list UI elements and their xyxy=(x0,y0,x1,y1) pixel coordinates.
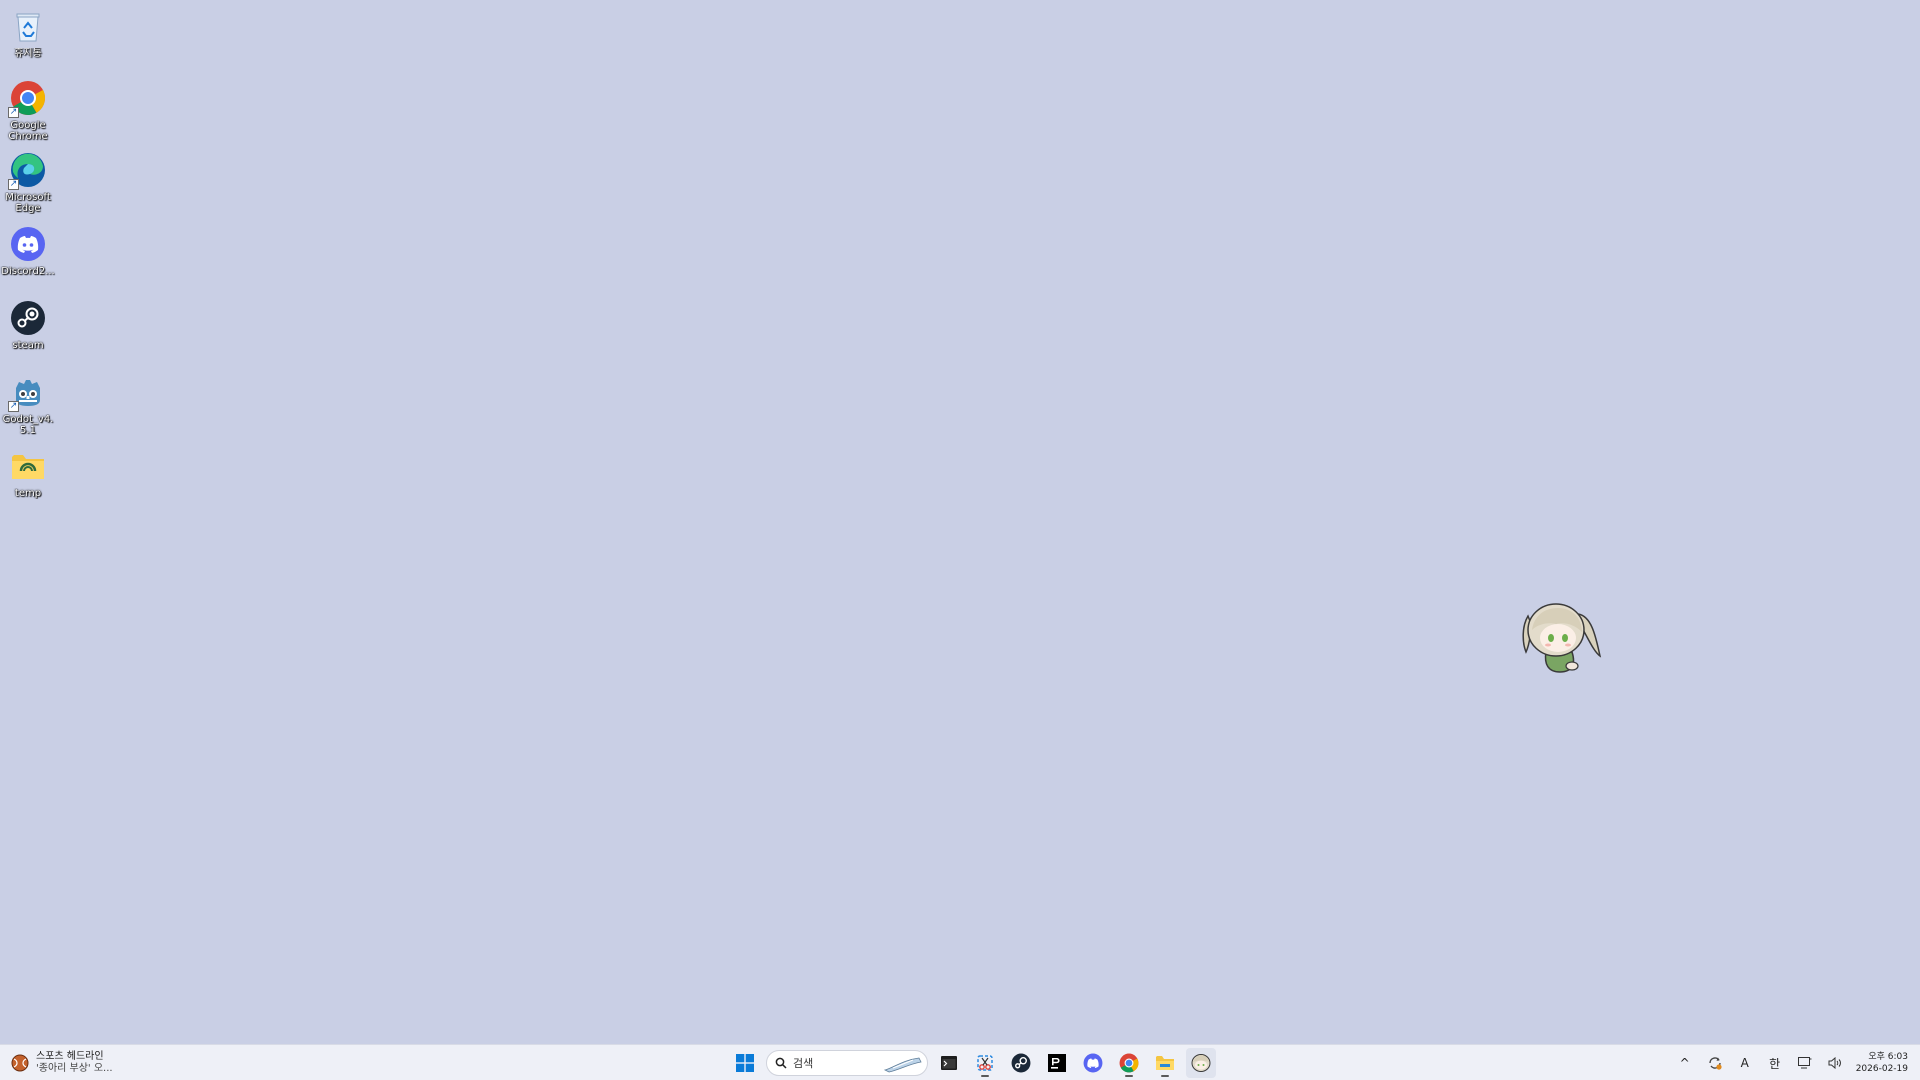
widget-headline: 스포츠 헤드라인 xyxy=(36,1051,104,1062)
desktop-icon-godot[interactable]: ↗ Godot_v4.5.1 xyxy=(0,372,56,442)
taskbar-center xyxy=(730,1048,1216,1078)
desktop-icon-label: Discord2... xyxy=(1,266,55,277)
desktop-icon-label: temp xyxy=(14,488,42,499)
desktop-icon-label: Microsoft Edge xyxy=(5,192,51,214)
shortcut-arrow-icon: ↗ xyxy=(8,179,19,190)
terminal-icon xyxy=(941,1056,957,1070)
desktop-icon-label: Godot_v4.5.1 xyxy=(2,414,54,436)
taskbar-jetbrains[interactable] xyxy=(1042,1048,1072,1078)
desktop-icon-recycle-bin[interactable]: 휴지통 xyxy=(0,6,56,76)
desktop-mascot[interactable] xyxy=(1518,594,1608,678)
windows-start-icon xyxy=(736,1054,754,1072)
taskbar-steam[interactable] xyxy=(1006,1048,1036,1078)
taskbar-chrome[interactable] xyxy=(1114,1048,1144,1078)
desktop-icon-label: 휴지통 xyxy=(14,48,42,59)
tray-ime-language[interactable]: 한 xyxy=(1762,1048,1788,1078)
taskbar-discord[interactable] xyxy=(1078,1048,1108,1078)
system-tray: ^ A 한 오후 6:03 2026-02-19 xyxy=(1672,1048,1912,1078)
edge-icon: ↗ xyxy=(8,150,48,190)
desktop-icon-steam[interactable]: steam xyxy=(0,298,56,368)
chevron-up-icon: ^ xyxy=(1679,1056,1690,1070)
mascot-icon xyxy=(1191,1054,1211,1072)
search-input[interactable] xyxy=(793,1056,873,1070)
desktop-icon-discord[interactable]: Discord2... xyxy=(0,224,56,294)
snipping-tool-icon xyxy=(977,1055,993,1071)
widget-subline: '종아리 부상' 오... xyxy=(36,1063,113,1074)
search-highlight-art-icon xyxy=(883,1057,922,1073)
steam-icon xyxy=(1011,1053,1031,1073)
desktop-icon-label: Google Chrome xyxy=(8,120,48,142)
taskbar-search[interactable] xyxy=(766,1050,928,1076)
start-button[interactable] xyxy=(730,1048,760,1078)
taskbar-terminal[interactable] xyxy=(934,1048,964,1078)
shortcut-arrow-icon: ↗ xyxy=(8,401,19,412)
desktop-icon-temp[interactable]: temp xyxy=(0,446,56,516)
chrome-icon: ↗ xyxy=(8,78,48,118)
steam-icon xyxy=(8,298,48,338)
tray-ime-mode[interactable]: A xyxy=(1732,1048,1758,1078)
tray-overflow-button[interactable]: ^ xyxy=(1672,1048,1698,1078)
tray-sync[interactable] xyxy=(1702,1048,1728,1078)
taskbar: 스포츠 헤드라인 '종아리 부상' 오... 검색 ^ A 한 오후 6:03 … xyxy=(0,1044,1920,1080)
desktop-icon-chrome[interactable]: ↗ Google Chrome xyxy=(0,78,56,148)
baseball-icon xyxy=(11,1054,29,1072)
taskbar-snipping-tool[interactable] xyxy=(970,1048,1000,1078)
search-icon xyxy=(775,1057,787,1069)
mascot-icon xyxy=(1522,603,1602,673)
taskbar-file-explorer[interactable] xyxy=(1150,1048,1180,1078)
discord-icon xyxy=(8,224,48,264)
chrome-icon xyxy=(1119,1053,1139,1073)
desktop-icon-label: steam xyxy=(12,340,44,351)
tray-network[interactable] xyxy=(1792,1048,1818,1078)
network-icon xyxy=(1797,1057,1812,1069)
sync-icon xyxy=(1708,1057,1722,1070)
discord-icon xyxy=(1083,1053,1103,1073)
folder-icon xyxy=(8,446,48,486)
clock-period: 오후 xyxy=(1868,1052,1885,1062)
news-widget[interactable]: 스포츠 헤드라인 '종아리 부상' 오... xyxy=(10,1049,113,1077)
tray-volume[interactable] xyxy=(1822,1048,1848,1078)
desktop-icon-edge[interactable]: ↗ Microsoft Edge xyxy=(0,150,56,220)
clock-date: 2026-02-19 xyxy=(1855,1064,1908,1074)
taskbar-clock[interactable]: 오후 6:03 2026-02-19 xyxy=(1852,1051,1912,1075)
godot-icon: ↗ xyxy=(8,372,48,412)
clock-time: 6:03 xyxy=(1887,1052,1908,1062)
jetbrains-icon xyxy=(1048,1054,1066,1072)
file-explorer-icon xyxy=(1156,1056,1174,1070)
taskbar-mascot-app[interactable] xyxy=(1186,1048,1216,1078)
shortcut-arrow-icon: ↗ xyxy=(8,107,19,118)
volume-icon xyxy=(1828,1057,1841,1069)
recycle-bin-icon xyxy=(8,6,48,46)
